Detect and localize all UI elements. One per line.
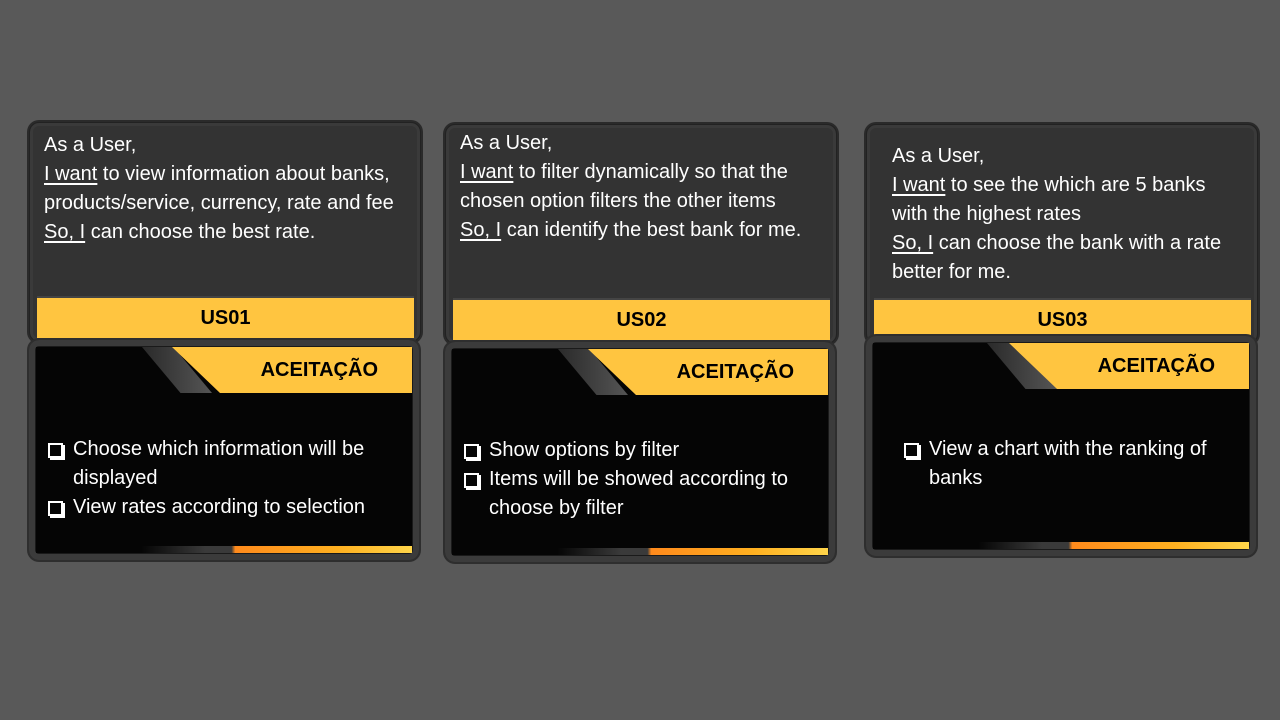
bottom-stripe [36,546,412,553]
story-want-label: I want [44,163,98,185]
checkbox-icon [48,501,63,516]
story-role: As a User, [892,145,985,167]
criteria-text: Items will be showed according to choose… [489,468,789,519]
story-want-label: I want [460,161,514,183]
story-so-text: can choose the best rate. [85,221,316,243]
acceptance-panel: ACEITAÇÃO View a chart with the ranking … [866,336,1256,556]
story-id-bar: US02 [453,298,830,340]
acceptance-criteria-list: Choose which information will be display… [48,435,412,522]
story-so-label: So, I [460,219,502,241]
story-id-bar: US01 [37,296,414,338]
story-role: As a User, [460,132,553,154]
story-want-label: I want [892,174,946,196]
criteria-text: View rates according to selection [73,496,366,518]
checkbox-icon [464,444,479,459]
story-so-text: can choose the bank with a rate better f… [892,232,1222,283]
story-so-label: So, I [44,221,86,243]
acceptance-criteria-list: Show options by filter Items will be sho… [464,436,828,523]
story-so-label: So, I [892,232,934,254]
story-panel: As a User, I want to see the which are 5… [866,124,1258,344]
acceptance-label: ACEITAÇÃO [588,349,828,395]
story-so-text: can identify the best bank for me. [501,219,802,241]
criteria-text: Show options by filter [489,439,680,461]
checkbox-icon [464,473,479,488]
story-text: As a User, I want to view information ab… [44,131,420,247]
criteria-item: View rates according to selection [48,493,412,522]
story-id-bar: US03 [874,298,1251,340]
criteria-text: Choose which information will be display… [73,438,365,489]
acceptance-body: ACEITAÇÃO Show options by filter Items w… [452,349,828,555]
story-role: As a User, [44,134,137,156]
acceptance-body: ACEITAÇÃO View a chart with the ranking … [873,343,1249,549]
checkbox-icon [904,443,919,458]
story-panel: As a User, I want to filter dynamically … [445,124,837,344]
story-text: As a User, I want to filter dynamically … [460,129,805,245]
criteria-item: Items will be showed according to choose… [464,465,828,523]
criteria-text: View a chart with the ranking of banks [929,438,1207,489]
criteria-item: View a chart with the ranking of banks [904,435,1249,493]
criteria-item: Show options by filter [464,436,828,465]
bottom-stripe [452,548,828,555]
story-text: As a User, I want to see the which are 5… [892,142,1242,287]
story-want-text: to view information about banks, product… [44,163,394,214]
acceptance-criteria-list: View a chart with the ranking of banks [904,435,1249,493]
acceptance-body: ACEITAÇÃO Choose which information will … [36,347,412,553]
acceptance-panel: ACEITAÇÃO Choose which information will … [29,340,419,560]
acceptance-label: ACEITAÇÃO [172,347,412,393]
bottom-stripe [873,542,1249,549]
checkbox-icon [48,443,63,458]
acceptance-panel: ACEITAÇÃO Show options by filter Items w… [445,342,835,562]
story-panel: As a User, I want to view information ab… [29,122,421,342]
criteria-item: Choose which information will be display… [48,435,412,493]
